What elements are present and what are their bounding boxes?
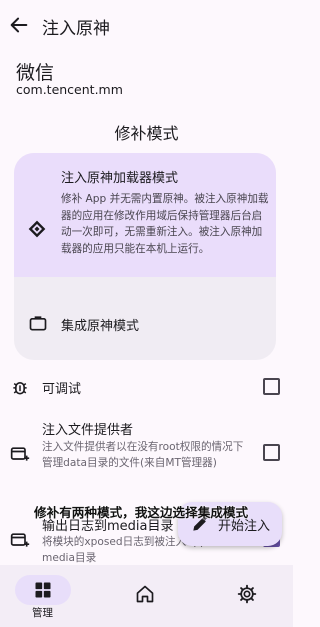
option-title: 注入文件提供者 (42, 423, 134, 438)
nav-item-manage[interactable]: 管理 (15, 565, 71, 627)
option-title: 注入原神加载器模式 (61, 171, 179, 186)
option-description: 注入文件提供者以在没有root权限的情况下管理data目录的文件(来自MT管理器… (42, 441, 244, 469)
bottom-navigation: 管理 (0, 565, 293, 627)
home-icon (136, 585, 154, 603)
patch-mode-option-integrated[interactable]: 集成原神模式 (14, 305, 276, 345)
debuggable-checkbox[interactable] (263, 378, 280, 395)
top-app-bar: 注入原神 (0, 0, 293, 52)
option-title: 集成原神模式 (61, 319, 140, 334)
overlay-caption: 修补有两种模式，我这边选择集成模式 (34, 505, 249, 520)
loader-diamond-icon (28, 220, 46, 238)
nav-label-manage: 管理 (32, 607, 53, 619)
app-name: 微信 (16, 62, 55, 84)
grid-icon (35, 582, 51, 598)
add-card-icon (10, 533, 30, 547)
bug-icon (13, 382, 27, 395)
nav-item-home[interactable] (115, 565, 175, 627)
section-title: 修补模式 (114, 124, 179, 143)
file-provider-checkbox[interactable] (263, 444, 280, 461)
nav-item-settings[interactable] (217, 565, 277, 627)
briefcase-icon (29, 316, 47, 331)
patch-mode-option-loader[interactable]: 注入原神加载器模式 修补 App 并无需内置原神。被注入原神加载器的应用在修改作… (14, 153, 276, 277)
page-title: 注入原神 (42, 19, 110, 39)
option-description: 修补 App 并无需内置原神。被注入原神加载器的应用在修改作用域后保持管理器后台… (61, 193, 269, 255)
patch-mode-card: 注入原神加载器模式 修补 App 并无需内置原神。被注入原神加载器的应用在修改作… (14, 153, 276, 360)
add-card-icon (10, 447, 30, 461)
package-name: com.tencent.mm (16, 82, 123, 97)
option-title: 可调试 (42, 382, 82, 397)
arrow-left-icon[interactable] (8, 14, 30, 36)
gear-icon (237, 584, 257, 604)
